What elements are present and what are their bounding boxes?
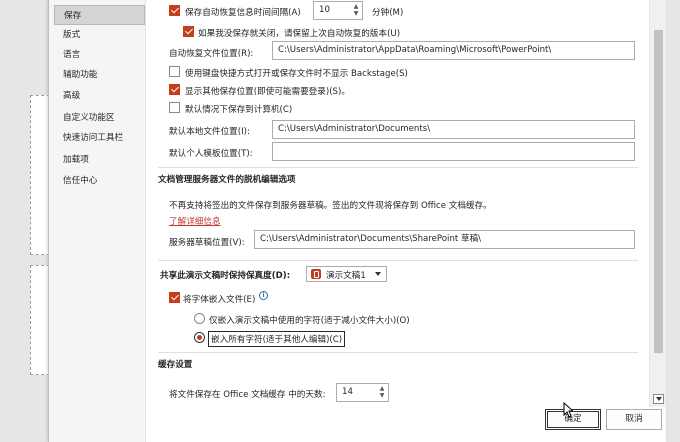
embed-all-chars-label: 嵌入所有字符(适于其他人编辑)(C): [208, 331, 346, 347]
keep-last-version-label: 如果我没保存就关闭，请保留上次自动恢复的版本(U): [198, 29, 401, 39]
embed-fonts-checkbox[interactable]: [169, 292, 180, 303]
autorecover-path-field[interactable]: C:\Users\Administrator\AppData\Roaming\M…: [272, 41, 635, 60]
server-drafts-field[interactable]: C:\Users\Administrator\Documents\SharePo…: [254, 230, 635, 249]
cancel-button[interactable]: 取消: [606, 409, 662, 430]
nav-item-customize-ribbon[interactable]: 自定义功能区: [54, 108, 145, 128]
cache-section-title: 缓存设置: [158, 360, 193, 370]
nav-item-quick-access-toolbar[interactable]: 快速访问工具栏: [54, 128, 145, 148]
scrollbar-thumb[interactable]: [654, 30, 663, 353]
embed-all-chars-radio[interactable]: [194, 332, 205, 343]
autorecover-label: 保存自动恢复信息时间间隔(A): [185, 8, 301, 18]
autorecover-minutes-stepper[interactable]: 10 ▲ ▼: [313, 1, 363, 20]
default-local-label: 默认本地文件位置(I):: [169, 127, 250, 137]
default-local-field[interactable]: C:\Users\Administrator\Documents\: [272, 120, 635, 139]
autorecover-checkbox[interactable]: [169, 5, 180, 16]
offline-section-title: 文档管理服务器文件的脱机编辑选项: [158, 175, 296, 185]
ok-button[interactable]: 确定: [545, 409, 601, 430]
show-other-locations-label: 显示其他保存位置(即使可能需要登录)(S)。: [185, 87, 350, 97]
presentation-select-value: 演示文稿1: [326, 271, 366, 281]
scroll-down-icon[interactable]: [653, 394, 664, 404]
autorecover-minutes-value: 10: [319, 5, 330, 15]
presentation-select[interactable]: 演示文稿1: [306, 266, 387, 282]
fidelity-section-title: 共享此演示文稿时保持保真度(D):: [160, 271, 291, 281]
learn-more-link[interactable]: 了解详细信息: [169, 215, 221, 227]
nav-item-language[interactable]: 语言: [54, 45, 145, 65]
stepper-arrows-icon[interactable]: ▲ ▼: [378, 385, 386, 399]
vertical-scrollbar[interactable]: [649, 0, 666, 407]
nav-item-add-ins[interactable]: 加载项: [54, 150, 145, 170]
slide-thumbnail-placeholder: [30, 265, 50, 375]
embed-used-chars-label: 仅嵌入演示文稿中使用的字符(适于减小文件大小)(O): [209, 316, 410, 326]
chevron-down-icon: [375, 272, 381, 276]
minutes-label: 分钟(M): [372, 8, 404, 18]
cache-days-stepper[interactable]: 14 ▲ ▼: [336, 383, 389, 402]
cache-days-label: 将文件保存在 Office 文档缓存 中的天数:: [169, 390, 326, 400]
section-divider: [158, 167, 638, 168]
stepper-arrows-icon[interactable]: ▲ ▼: [352, 3, 360, 17]
no-backstage-label: 使用键盘快捷方式打开或保存文件时不显示 Backstage(S): [185, 69, 408, 79]
options-nav: 保存 版式 语言 辅助功能 高级 自定义功能区 快速访问工具栏 加载项 信任中心: [49, 0, 146, 442]
default-template-label: 默认个人模板位置(T):: [169, 149, 253, 159]
nav-item-advanced[interactable]: 高级: [54, 86, 145, 106]
options-content: 保存自动恢复信息时间间隔(A) 10 ▲ ▼ 分钟(M) 如果我没保存就关闭，请保…: [146, 0, 650, 402]
nav-item-layout[interactable]: 版式: [54, 25, 145, 45]
cache-days-value: 14: [342, 387, 353, 397]
mouse-cursor-icon: [563, 402, 573, 418]
no-backstage-checkbox[interactable]: [169, 66, 180, 77]
powerpoint-options-dialog: 保存 版式 语言 辅助功能 高级 自定义功能区 快速访问工具栏 加载项 信任中心…: [48, 0, 666, 442]
powerpoint-icon: [311, 269, 321, 279]
default-computer-checkbox[interactable]: [169, 102, 180, 113]
default-template-field[interactable]: [272, 142, 635, 161]
info-icon[interactable]: i: [259, 291, 268, 300]
section-divider: [158, 260, 638, 261]
autorecover-path-label: 自动恢复文件位置(R):: [169, 49, 254, 59]
keep-last-version-checkbox[interactable]: [183, 26, 194, 37]
nav-item-save[interactable]: 保存: [54, 5, 145, 25]
default-computer-label: 默认情况下保存到计算机(C): [185, 105, 293, 115]
offline-description: 不再支持将签出的文件保存到服务器草稿。签出的文件现将保存到 Office 文档缓…: [169, 201, 492, 211]
nav-item-trust-center[interactable]: 信任中心: [54, 171, 145, 191]
server-drafts-label: 服务器草稿位置(V):: [169, 238, 245, 248]
embed-used-chars-radio[interactable]: [194, 313, 205, 324]
show-other-locations-checkbox[interactable]: [169, 84, 180, 95]
section-divider: [158, 352, 638, 353]
slide-thumbnail-placeholder: [30, 95, 50, 255]
nav-item-accessibility[interactable]: 辅助功能: [54, 65, 145, 85]
embed-fonts-label: 将字体嵌入文件(E): [183, 295, 256, 305]
